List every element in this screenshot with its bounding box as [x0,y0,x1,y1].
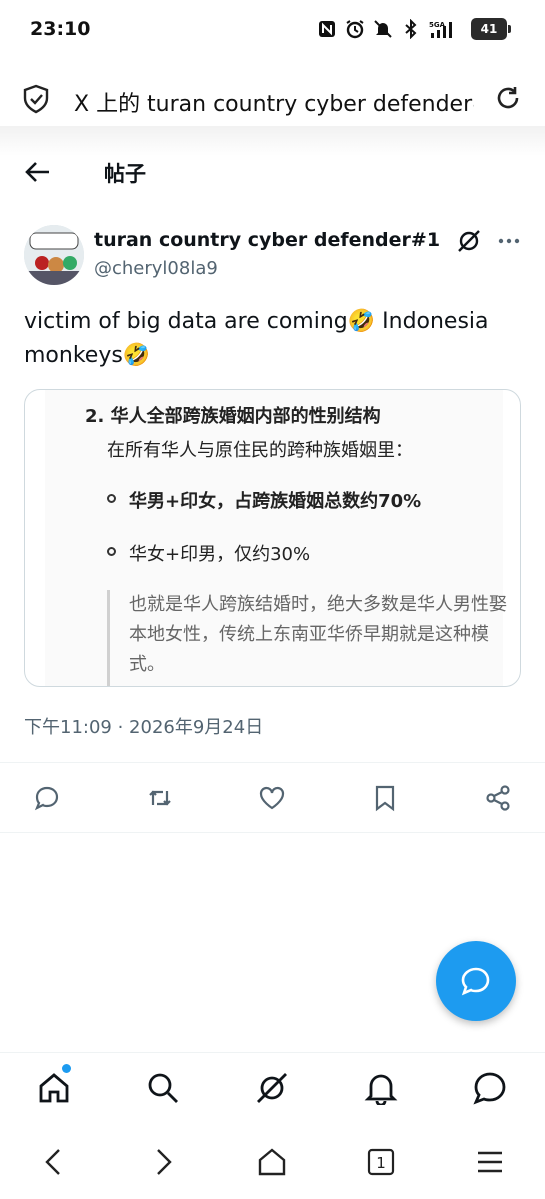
divider [0,762,545,763]
header-title: 帖子 [104,162,146,186]
compose-reply-button[interactable] [436,941,516,1021]
nfc-icon [317,18,337,40]
image-bullet: 华男+印女，占跨族婚姻总数约70% [129,491,422,512]
reply-bubble-icon [461,967,490,996]
battery-icon: 41 [471,18,511,40]
alarm-icon [345,18,365,40]
back-icon[interactable] [38,1146,70,1178]
share-icon[interactable] [484,784,512,812]
page-title[interactable]: X 上的 turan country cyber defender# [74,86,474,118]
notification-dot [62,1064,71,1073]
author-handle[interactable]: @cheryl08la9 [94,258,218,279]
bottom-nav [0,1052,545,1124]
status-icons: 5GA 41 [317,18,511,40]
post-header: 帖子 [0,146,545,198]
browser-bar: X 上的 turan country cyber defender# [0,70,545,128]
home-icon[interactable] [37,1071,71,1105]
status-time: 23:10 [30,18,91,40]
tab-count: 1 [376,1154,386,1172]
tabs-icon[interactable]: 1 [365,1146,397,1178]
notifications-icon[interactable] [364,1071,398,1105]
author-name[interactable]: turan country cyber defender#1 [94,229,440,251]
reply-icon[interactable] [33,784,61,812]
forward-icon[interactable] [147,1146,179,1178]
back-arrow-icon[interactable] [24,158,52,186]
system-nav: 1 [0,1130,545,1199]
shield-icon[interactable] [22,84,50,114]
image-subheading: 在所有华人与原住民的跨种族婚姻里： [107,440,413,461]
repost-icon[interactable] [146,784,174,812]
battery-level: 41 [480,22,498,36]
bluetooth-icon [401,18,421,40]
grok-icon[interactable] [255,1071,289,1105]
home-icon[interactable] [256,1146,288,1178]
post-timestamp[interactable]: 下午11:09 · 2026年9月24日 [24,713,263,739]
bullet-icon [107,494,116,503]
image-heading: 2. 华人全部跨族婚姻内部的性别结构 [85,406,381,427]
avatar[interactable] [24,225,84,285]
grok-icon[interactable] [456,228,482,254]
like-icon[interactable] [258,784,286,812]
more-icon[interactable] [496,230,522,252]
messages-icon[interactable] [473,1071,507,1105]
tweet-image[interactable]: 2. 华人全部跨族婚姻内部的性别结构 在所有华人与原住民的跨种族婚姻里： 华男+… [24,389,521,687]
signal-5g-icon: 5GA [429,18,463,40]
menu-icon[interactable] [474,1146,506,1178]
search-icon[interactable] [146,1071,180,1105]
image-bullet: 华女+印男，仅约30% [129,544,311,565]
quote-bar [107,590,110,686]
tweet-text: victim of big data are coming🤣 Indonesia… [24,309,489,368]
image-content: 2. 华人全部跨族婚姻内部的性别结构 在所有华人与原住民的跨种族婚姻里： 华男+… [45,390,507,686]
mute-icon [373,18,393,40]
divider [0,832,545,833]
status-bar: 23:10 5GA 41 [0,0,545,60]
bullet-icon [107,547,116,556]
reload-icon[interactable] [494,84,522,114]
image-quote: 也就是华人跨族结婚时，绝大多数是华人男性娶本地女性，传统上东南亚华侨早期就是这种… [129,594,507,675]
bookmark-icon[interactable] [371,784,399,812]
